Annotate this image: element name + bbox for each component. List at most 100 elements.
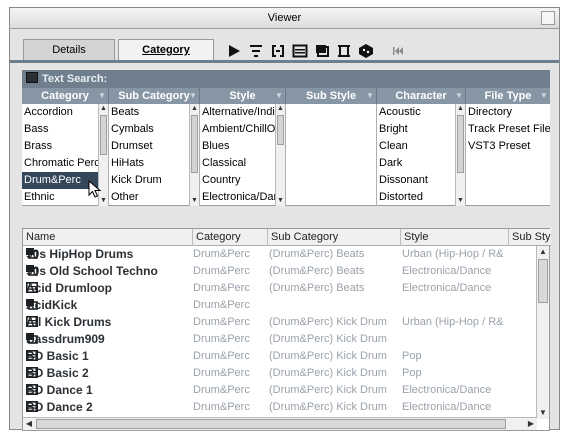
tab-category[interactable]: Category [118, 39, 214, 61]
list-item[interactable]: Chromatic Perc [22, 155, 108, 172]
chevron-down-icon[interactable]: ▼ [366, 92, 374, 100]
rewind-icon[interactable] [390, 43, 406, 59]
dice-icon[interactable] [358, 43, 374, 59]
scroll-down-icon[interactable]: ▼ [190, 196, 199, 206]
scroll-up-icon[interactable]: ▲ [276, 104, 285, 114]
scroll-down-icon[interactable]: ▼ [276, 196, 285, 206]
column-header-character[interactable]: Character ▼ [377, 88, 466, 104]
scroll-left-icon[interactable]: ◀ [23, 418, 35, 430]
row-name-text: 90s HipHop Drums [26, 247, 134, 261]
list-item[interactable]: Distorted [377, 189, 465, 206]
scroll-up-icon[interactable]: ▲ [537, 246, 549, 258]
table-row[interactable]: All Kick Drums Drum&Perc (Drum&Perc) Kick … [23, 314, 537, 331]
character-list[interactable]: Acoustic Bright Clean Dark Dissonant Dis… [377, 104, 466, 206]
list-item[interactable]: Other [109, 189, 199, 206]
list-icon[interactable] [292, 43, 308, 59]
list-item[interactable]: Directory [466, 104, 550, 121]
table-icon[interactable] [336, 43, 352, 59]
play-icon[interactable] [226, 43, 242, 59]
table-row[interactable]: Acid Drumloop Drum&Perc (Drum&Perc) Beats E… [23, 280, 537, 297]
table-row[interactable]: Bassdrum909 Drum&Perc (Drum&Perc) Kick Dru… [23, 331, 537, 348]
results-header-name[interactable]: Name [23, 229, 193, 246]
list-item[interactable]: VST3 Preset [466, 138, 550, 155]
list-item[interactable]: Alternative/Indie [200, 104, 276, 121]
list-item[interactable]: Bass [22, 121, 108, 138]
chevron-down-icon[interactable]: ▼ [275, 92, 283, 100]
close-icon[interactable] [541, 11, 555, 25]
title-bar[interactable]: Viewer [10, 8, 559, 29]
list-item[interactable]: Clean [377, 138, 465, 155]
table-row[interactable]: BD Dance 2 Drum&Perc (Drum&Perc) Kick Drum… [23, 399, 537, 416]
text-search-bar[interactable]: Text Search: [22, 70, 550, 88]
row-style: Electronica/Dance [402, 265, 492, 277]
column-header-style[interactable]: Style ▼ [200, 88, 286, 104]
scrollbar-thumb[interactable] [191, 115, 198, 173]
list-item[interactable]: Brass [22, 138, 108, 155]
chevron-down-icon[interactable]: ▼ [98, 92, 106, 100]
filetype-list[interactable]: Directory Track Preset File VST3 Preset [466, 104, 550, 206]
list-item[interactable]: Track Preset File [466, 121, 550, 138]
list-item[interactable]: Country [200, 172, 276, 189]
list-item[interactable]: Bright [377, 121, 465, 138]
table-row[interactable]: AcidKick Drum&Perc [23, 297, 537, 314]
scroll-up-icon[interactable]: ▲ [190, 104, 199, 114]
list-item[interactable]: Dark [377, 155, 465, 172]
table-row[interactable]: BD Dance 1 Drum&Perc (Drum&Perc) Kick Drum… [23, 382, 537, 399]
results-header-substyle[interactable]: Sub Style [509, 229, 551, 246]
scrollbar-thumb[interactable] [538, 259, 548, 303]
scroll-down-icon[interactable]: ▼ [537, 407, 549, 419]
scroll-down-icon[interactable]: ▼ [456, 196, 465, 206]
row-category: Drum&Perc [193, 248, 250, 260]
results-vertical-scrollbar[interactable]: ▲ ▼ [536, 246, 549, 419]
column-header-category[interactable]: Category ▼ [22, 88, 109, 104]
column-header-subcategory[interactable]: Sub Category ▼ [109, 88, 200, 104]
list-item[interactable]: Kick Drum [109, 172, 199, 189]
style-list[interactable]: Alternative/Indie Ambient/ChillOut Blues… [200, 104, 286, 206]
list-icon [26, 399, 42, 416]
scroll-up-icon[interactable]: ▲ [99, 104, 108, 114]
scroll-up-icon[interactable]: ▲ [456, 104, 465, 114]
column-header-label: Style [229, 90, 256, 102]
tab-details[interactable]: Details [23, 39, 115, 61]
search-toggle-icon[interactable] [26, 72, 38, 83]
list-item[interactable]: Accordion [22, 104, 108, 121]
filter-icon[interactable] [248, 43, 264, 59]
subcategory-list[interactable]: Beats Cymbals Drumset HiHats Kick Drum O… [109, 104, 200, 206]
list-item[interactable]: Drumset [109, 138, 199, 155]
list-item[interactable]: HiHats [109, 155, 199, 172]
row-subcategory: (Drum&Perc) Kick Drum [269, 384, 387, 396]
chevron-down-icon[interactable]: ▼ [540, 92, 548, 100]
results-header-style[interactable]: Style [401, 229, 509, 246]
table-row[interactable]: BD Basic 2 Drum&Perc (Drum&Perc) Kick Drum… [23, 365, 537, 382]
results-header-category[interactable]: Category [193, 229, 268, 246]
list-item[interactable]: Dissonant [377, 172, 465, 189]
style-scrollbar[interactable]: ▲ ▼ [275, 104, 285, 206]
scrollbar-thumb[interactable] [36, 419, 506, 429]
list-item[interactable]: Acoustic [377, 104, 465, 121]
character-scrollbar[interactable]: ▲ ▼ [455, 104, 465, 206]
chevron-down-icon[interactable]: ▼ [455, 92, 463, 100]
scrollbar-thumb[interactable] [457, 115, 464, 173]
scrollbar-thumb[interactable] [100, 115, 107, 155]
list-item[interactable]: Blues [200, 138, 276, 155]
list-item[interactable]: Cymbals [109, 121, 199, 138]
scroll-right-icon[interactable]: ▶ [525, 418, 537, 430]
column-header-filetype[interactable]: File Type ▼ [466, 88, 550, 104]
results-header-subcategory[interactable]: Sub Category [268, 229, 401, 246]
table-row[interactable]: 90s Old School Techno Drum&Perc (Drum&Perc… [23, 263, 537, 280]
substyle-list[interactable] [286, 104, 377, 206]
row-style: Electronica/Dance [402, 384, 492, 396]
table-row[interactable]: 90s HipHop Drums Drum&Perc (Drum&Perc) Bea… [23, 246, 537, 263]
chevron-down-icon[interactable]: ▼ [189, 92, 197, 100]
scrollbar-thumb[interactable] [277, 115, 284, 145]
results-horizontal-scrollbar[interactable]: ◀ ▶ [23, 417, 537, 430]
table-row[interactable]: BD Basic 1 Drum&Perc (Drum&Perc) Kick Drum… [23, 348, 537, 365]
subcategory-scrollbar[interactable]: ▲ ▼ [189, 104, 199, 206]
list-item[interactable]: Ambient/ChillOut [200, 121, 276, 138]
list-item[interactable]: Electronica/Dance [200, 189, 276, 206]
column-header-substyle[interactable]: Sub Style ▼ [286, 88, 377, 104]
disk-icon[interactable] [314, 43, 330, 59]
list-item[interactable]: Classical [200, 155, 276, 172]
bracket-icon[interactable] [270, 43, 286, 59]
list-item[interactable]: Beats [109, 104, 199, 121]
